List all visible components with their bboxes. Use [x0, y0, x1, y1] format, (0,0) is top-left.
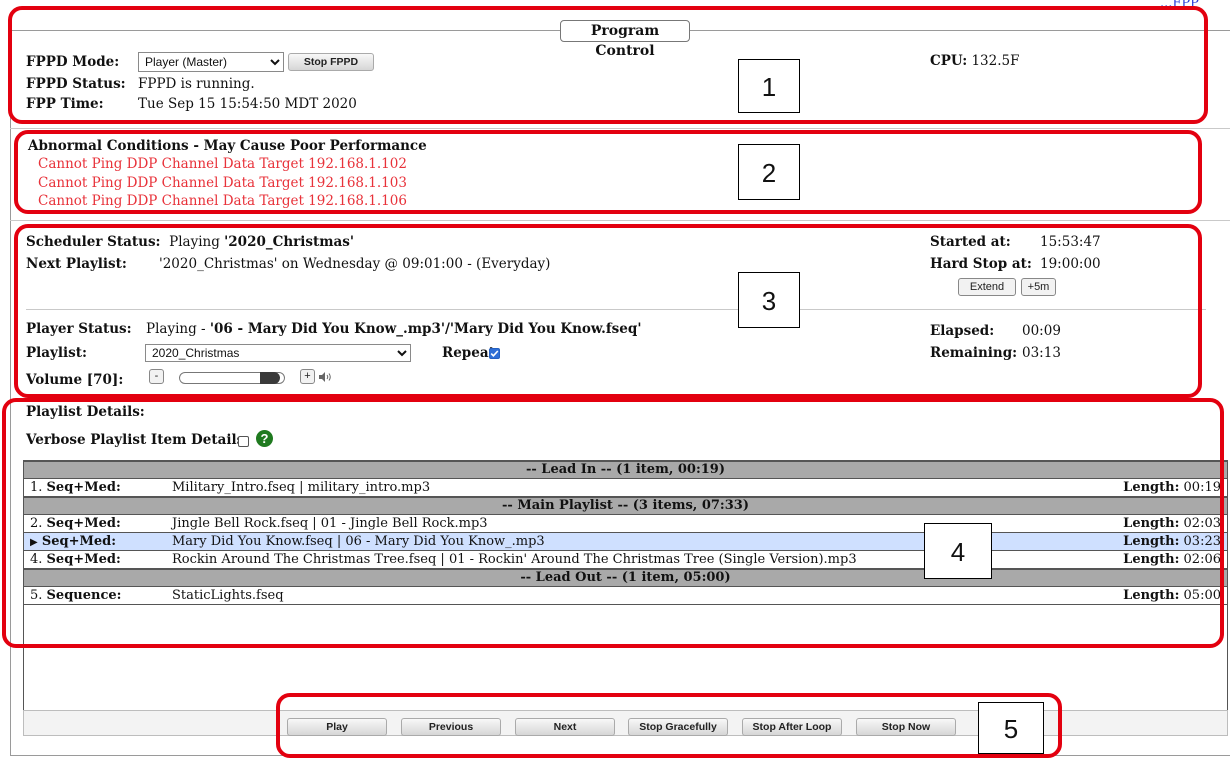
- annotation-number: 5: [978, 702, 1044, 754]
- annotation-number: 2: [738, 144, 800, 200]
- annotation-box-3: [14, 224, 1202, 398]
- annotation-box-1: [8, 6, 1208, 124]
- divider: [10, 128, 1230, 129]
- divider: [10, 220, 1230, 221]
- annotation-box-2: [14, 130, 1202, 214]
- annotation-number: 4: [924, 523, 992, 579]
- annotation-box-5: [276, 693, 1062, 758]
- annotation-number: 3: [738, 272, 800, 328]
- annotation-number: 1: [738, 59, 800, 113]
- annotation-box-4: [2, 398, 1224, 648]
